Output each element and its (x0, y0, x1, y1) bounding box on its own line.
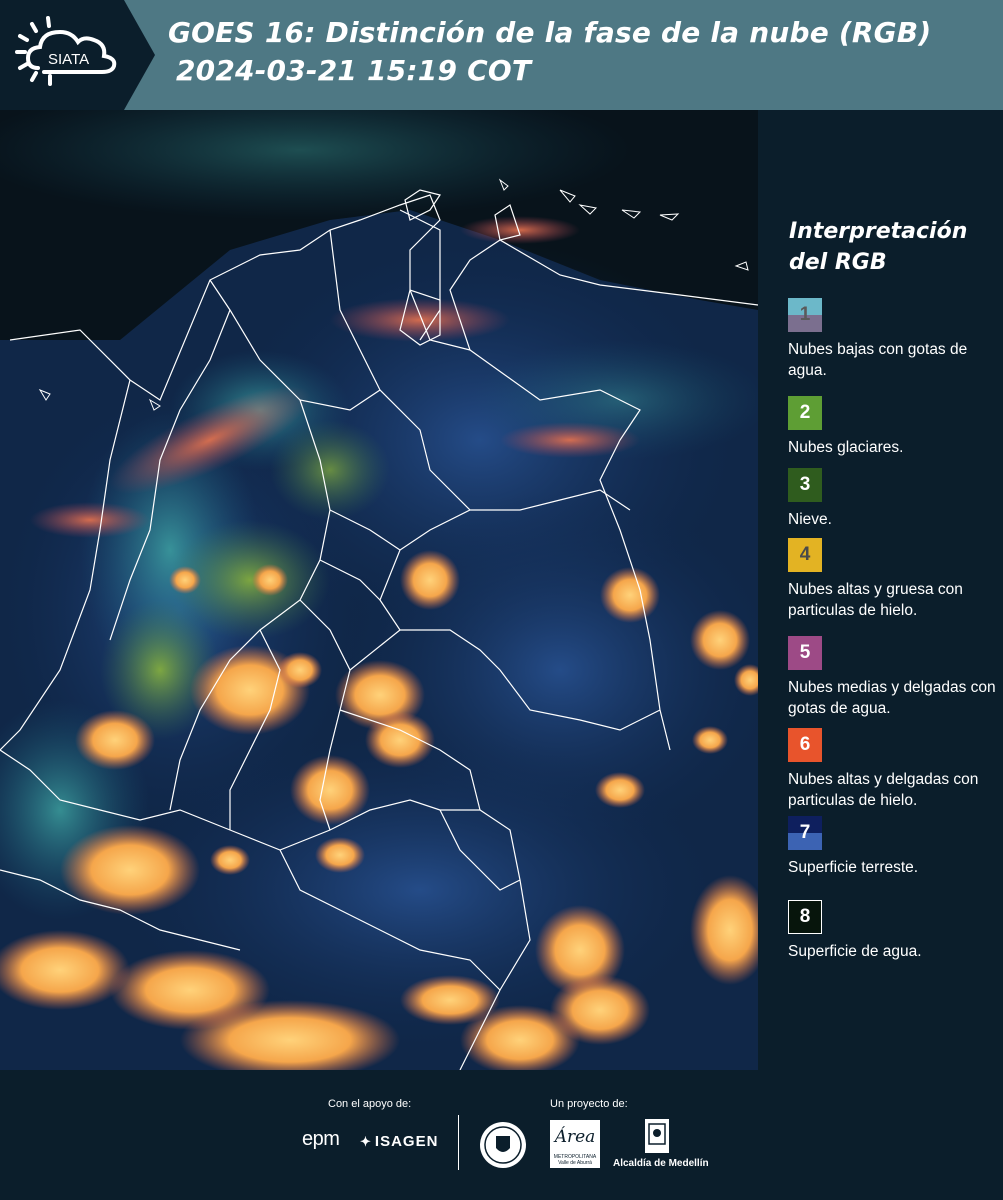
isagen-mark-icon: ✦ (360, 1134, 372, 1149)
legend-swatch: 7 (788, 816, 822, 850)
legend-item: 6 Nubes altas y delgadas con particulas d… (788, 728, 998, 811)
footer-divider (458, 1115, 459, 1170)
header-bar: SIATA GOES 16: Distinción de la fase de … (0, 0, 1003, 110)
legend-number: 2 (799, 402, 811, 423)
legend-number: 6 (799, 734, 811, 755)
alcaldia-shield-icon[interactable] (644, 1118, 670, 1154)
legend-label: Nieve. (788, 511, 832, 528)
legend-label: Nubes bajas con gotas de agua. (788, 341, 968, 379)
page-title: GOES 16: Distinción de la fase de la nub… (168, 14, 931, 90)
legend-label: Nubes altas y gruesa con particulas de h… (788, 581, 963, 619)
footer: Con el apoyo de: Un proyecto de: epm ✦ IS… (0, 1070, 1003, 1200)
legend-item: 4 Nubes altas y gruesa con particulas de … (788, 538, 998, 621)
legend-item: 3 Nieve. (788, 468, 998, 530)
legend-panel: Interpretación del RGB 1 Nubes bajas con … (758, 110, 1003, 1070)
university-seal-icon[interactable] (478, 1120, 528, 1170)
area-metropolitana-logo[interactable]: Área METROPOLITANA Valle de Aburrá (550, 1120, 600, 1168)
title-line-1: GOES 16: Distinción de la fase de la nub… (168, 16, 932, 49)
epm-logo[interactable]: epm (302, 1128, 340, 1151)
support-label: Con el apoyo de: (328, 1098, 412, 1110)
legend-swatch: 6 (788, 728, 822, 762)
isagen-logo-text: ISAGEN (374, 1133, 439, 1150)
legend-title-line-2: del RGB (789, 250, 887, 275)
siata-sun-cloud-icon: SIATA (15, 16, 117, 86)
legend-label: Superficie terreste. (788, 859, 919, 876)
legend-title-line-1: Interpretación (789, 219, 968, 244)
legend-swatch: 1 (788, 298, 822, 332)
legend-number: 4 (799, 544, 811, 565)
area-logo-text: Área (554, 1127, 596, 1147)
legend-swatch: 3 (788, 468, 822, 502)
area-logo-subtext: METROPOLITANA Valle de Aburrá (553, 1154, 597, 1166)
legend-swatch: 8 (788, 900, 822, 934)
legend-item: 2 Nubes glaciares. (788, 396, 998, 458)
siata-logo[interactable]: SIATA (0, 0, 155, 110)
legend-number: 1 (799, 304, 811, 325)
legend-number: 3 (799, 474, 811, 495)
legend-item: 7 Superficie terreste. (788, 816, 998, 878)
title-line-2: 2024-03-21 15:19 COT (176, 54, 532, 87)
siata-logo-text: SIATA (48, 51, 89, 68)
legend-title: Interpretación del RGB (789, 216, 989, 278)
legend-item: 5 Nubes medias y delgadas con gotas de ag… (788, 636, 998, 719)
legend-number: 7 (799, 822, 811, 843)
legend-number: 5 (799, 642, 811, 663)
project-label: Un proyecto de: (550, 1098, 628, 1110)
legend-number: 8 (799, 906, 811, 927)
satellite-rgb-map[interactable] (0, 110, 758, 1070)
legend-swatch: 2 (788, 396, 822, 430)
legend-label: Nubes glaciares. (788, 439, 904, 456)
legend-label: Superficie de agua. (788, 943, 922, 960)
legend-item: 8 Superficie de agua. (788, 900, 998, 962)
legend-swatch: 4 (788, 538, 822, 572)
alcaldia-label: Alcaldía de Medellín (613, 1158, 709, 1169)
legend-label: Nubes altas y delgadas con particulas de… (788, 771, 979, 809)
legend-item: 1 Nubes bajas con gotas de agua. (788, 298, 998, 381)
isagen-logo[interactable]: ✦ ISAGEN (360, 1133, 438, 1150)
legend-label: Nubes medias y delgadas con gotas de agu… (788, 679, 996, 717)
satellite-image (0, 110, 758, 1070)
legend-swatch: 5 (788, 636, 822, 670)
